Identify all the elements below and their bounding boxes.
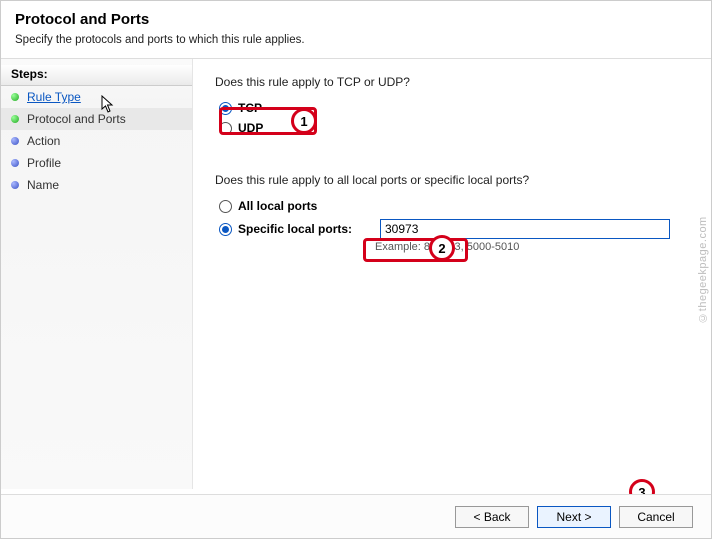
step-profile[interactable]: Profile [1,152,192,174]
radio-specific-ports-row[interactable]: Specific local ports: [219,219,687,239]
wizard-content: Does this rule apply to TCP or UDP? TCP … [193,59,711,489]
question-protocol: Does this rule apply to TCP or UDP? [215,75,687,89]
radio-specific-ports[interactable] [219,223,232,236]
radio-tcp-label: TCP [238,101,262,115]
step-name[interactable]: Name [1,174,192,196]
wizard-footer: < Back Next > Cancel [1,494,711,538]
wizard-header: Protocol and Ports Specify the protocols… [1,1,711,54]
ports-input[interactable] [380,219,670,239]
radio-tcp-row[interactable]: TCP [219,101,687,115]
radio-all-ports[interactable] [219,200,232,213]
radio-udp-row[interactable]: UDP [219,121,687,135]
bullet-icon [11,181,19,189]
page-title: Protocol and Ports [15,11,697,28]
bullet-icon [11,137,19,145]
radio-all-ports-label: All local ports [238,199,317,213]
step-label: Protocol and Ports [27,112,126,126]
radio-all-ports-row[interactable]: All local ports [219,199,687,213]
radio-udp-label: UDP [238,121,263,135]
watermark: ©thegeekpage.com [697,216,709,323]
steps-header: Steps: [1,65,192,86]
back-button[interactable]: < Back [455,506,529,528]
bullet-icon [11,93,19,101]
step-rule-type[interactable]: Rule Type [1,86,192,108]
question-ports: Does this rule apply to all local ports … [215,173,687,187]
step-action[interactable]: Action [1,130,192,152]
step-protocol-ports[interactable]: Protocol and Ports [1,108,192,130]
step-label: Action [27,134,60,148]
bullet-icon [11,159,19,167]
steps-sidebar: Steps: Rule Type Protocol and Ports Acti… [1,59,193,489]
radio-tcp[interactable] [219,102,232,115]
ports-example: Example: 80, 443, 5000-5010 [375,241,687,253]
cancel-button[interactable]: Cancel [619,506,693,528]
radio-udp[interactable] [219,122,232,135]
page-subtitle: Specify the protocols and ports to which… [15,34,697,46]
step-label: Rule Type [27,90,81,104]
step-label: Name [27,178,59,192]
step-label: Profile [27,156,61,170]
next-button[interactable]: Next > [537,506,611,528]
bullet-icon [11,115,19,123]
radio-specific-ports-label: Specific local ports: [238,222,368,236]
